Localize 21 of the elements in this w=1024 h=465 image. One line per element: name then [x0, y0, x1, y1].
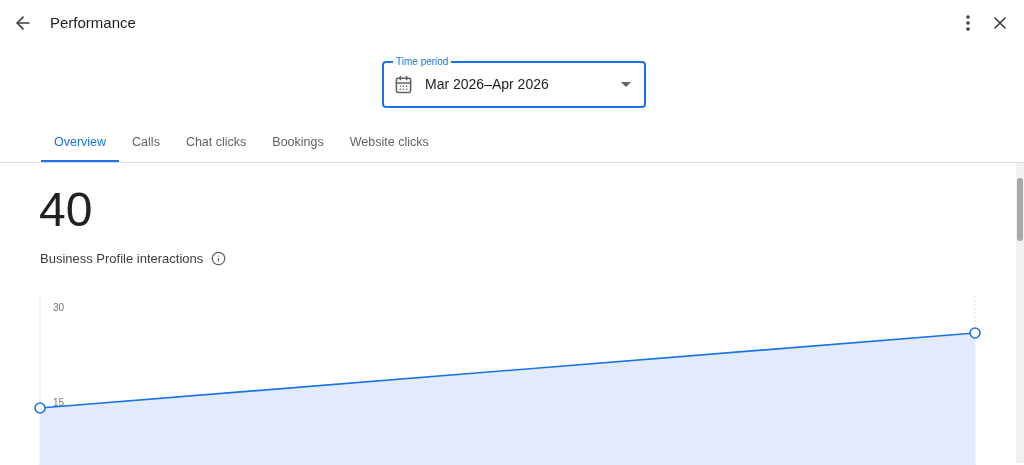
calendar-icon — [394, 75, 413, 94]
info-icon — [211, 251, 227, 267]
metric-label: Business Profile interactions — [40, 250, 204, 268]
more-options-button[interactable] — [966, 15, 970, 31]
y-axis-label: 15 — [53, 396, 65, 407]
tab[interactable]: Website clicks — [336, 124, 442, 162]
data-point[interactable] — [34, 401, 46, 414]
field-label: Time period — [393, 55, 452, 69]
tab[interactable]: Bookings — [259, 124, 337, 162]
page-title: Performance — [50, 12, 136, 33]
scrollbar[interactable] — [1016, 163, 1024, 463]
interactions-count: 40 — [39, 185, 94, 235]
tab[interactable]: Chat clicks — [172, 124, 260, 162]
y-axis-label: 30 — [53, 301, 65, 312]
data-point[interactable] — [969, 326, 981, 339]
dropdown-caret-icon — [621, 82, 631, 87]
selected-period: Mar 2026–Apr 2026 — [425, 75, 549, 94]
menu-icon — [966, 15, 970, 31]
scrollbar-thumb[interactable] — [1017, 178, 1023, 241]
tab[interactable]: Calls — [119, 124, 173, 162]
tab[interactable]: Overview — [41, 124, 120, 162]
